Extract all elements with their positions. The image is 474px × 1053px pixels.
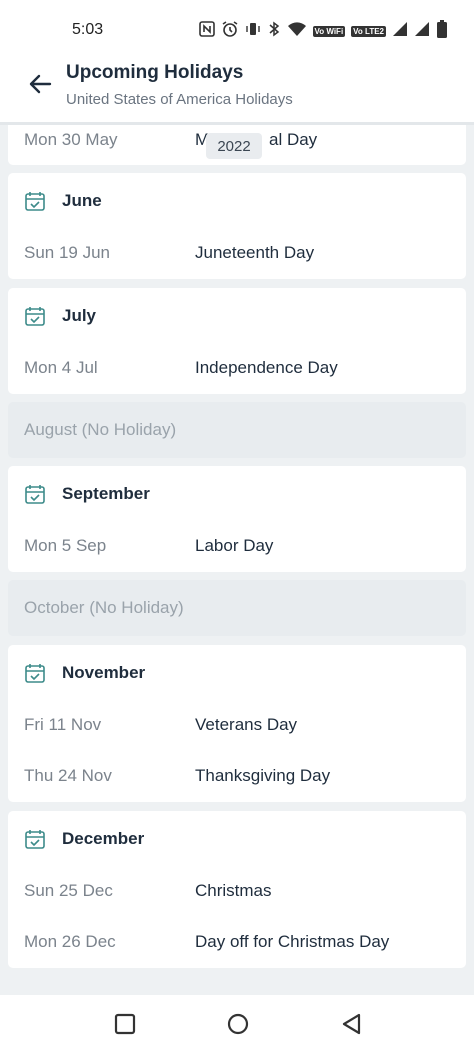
nfc-icon	[198, 21, 215, 42]
calendar-check-icon	[25, 307, 45, 326]
bluetooth-icon	[267, 21, 281, 42]
holiday-name: Christmas	[195, 881, 272, 900]
month-label: December	[62, 829, 145, 848]
holiday-date: Mon 4 Jul	[24, 358, 98, 377]
holiday-date: Mon 30 May	[24, 130, 118, 149]
holiday-date: Thu 24 Nov	[24, 766, 112, 785]
vibrate-icon	[245, 21, 261, 42]
month-card-september: September Mon 5 Sep Labor Day	[8, 466, 466, 572]
battery-icon	[436, 20, 448, 43]
holiday-name-end: al Day	[269, 130, 318, 149]
month-card-july: July Mon 4 Jul Independence Day	[8, 288, 466, 394]
wifi-icon	[287, 21, 307, 42]
holiday-row[interactable]: Fri 11 Nov Veterans Day	[8, 705, 466, 745]
holiday-date: Sun 19 Jun	[24, 243, 111, 262]
back-triangle-icon	[342, 1013, 361, 1035]
holiday-row[interactable]: Mon 5 Sep Labor Day	[8, 526, 466, 566]
month-header: June	[8, 181, 466, 221]
back-button[interactable]	[24, 68, 56, 100]
calendar-check-icon	[25, 192, 45, 211]
month-label: November	[62, 663, 146, 682]
arrow-left-icon	[29, 74, 52, 94]
month-card-october-empty: October (No Holiday)	[8, 580, 466, 636]
holiday-row[interactable]: Sun 25 Dec Christmas	[8, 871, 466, 911]
holiday-name: Juneteenth Day	[195, 243, 315, 262]
system-back-button[interactable]	[340, 1012, 364, 1036]
app-header: Upcoming Holidays United States of Ameri…	[0, 60, 474, 122]
month-header: September	[8, 474, 466, 514]
holiday-list[interactable]: Mon 30 May M al Day 2022 June Sun 19 Jun…	[0, 125, 474, 995]
vowifi-icon: Vo WiFi	[312, 26, 346, 37]
page-title: Upcoming Holidays	[66, 62, 244, 83]
month-card-august-empty: August (No Holiday)	[8, 402, 466, 458]
volte-icon: Vo LTE2	[351, 26, 386, 37]
month-card-june: June Sun 19 Jun Juneteenth Day	[8, 173, 466, 279]
year-chip: 2022	[206, 133, 262, 159]
holiday-name: Labor Day	[195, 536, 274, 555]
no-holiday-label: October (No Holiday)	[24, 598, 184, 617]
holiday-row[interactable]: Thu 24 Nov Thanksgiving Day	[8, 756, 466, 796]
holiday-name: Thanksgiving Day	[195, 766, 331, 785]
status-bar: 5:03 Vo WiFi Vo LTE2	[0, 0, 474, 60]
holiday-name: Independence Day	[195, 358, 338, 377]
no-holiday-label: August (No Holiday)	[24, 420, 177, 439]
system-nav-bar	[0, 995, 474, 1053]
home-circle-icon	[227, 1013, 249, 1035]
month-header: December	[8, 819, 466, 859]
calendar-check-icon	[25, 664, 45, 683]
month-label: July	[62, 306, 97, 325]
holiday-date: Mon 26 Dec	[24, 932, 116, 951]
holiday-name: Day off for Christmas Day	[195, 932, 390, 951]
holiday-row[interactable]: Mon 26 Dec Day off for Christmas Day	[8, 922, 466, 962]
status-icons: Vo WiFi Vo LTE2	[198, 20, 449, 43]
page-subtitle: United States of America Holidays	[66, 91, 293, 108]
month-label: September	[62, 484, 150, 503]
calendar-check-icon	[25, 830, 45, 849]
holiday-date: Fri 11 Nov	[24, 715, 102, 734]
month-label: June	[62, 191, 102, 210]
signal-icon	[414, 21, 430, 42]
recents-button[interactable]	[113, 1012, 137, 1036]
month-card-november: November Fri 11 Nov Veterans Day Thu 24 …	[8, 645, 466, 802]
month-card-december: December Sun 25 Dec Christmas Mon 26 Dec…	[8, 811, 466, 968]
status-time: 5:03	[72, 21, 104, 38]
home-button[interactable]	[226, 1012, 250, 1036]
holiday-row[interactable]: Mon 4 Jul Independence Day	[8, 348, 466, 388]
holiday-date: Sun 25 Dec	[24, 881, 113, 900]
alarm-icon	[221, 20, 239, 43]
month-header: November	[8, 653, 466, 693]
recents-square-icon	[114, 1013, 136, 1035]
calendar-check-icon	[25, 485, 45, 504]
holiday-name: Veterans Day	[195, 715, 298, 734]
month-header: July	[8, 296, 466, 336]
holiday-date: Mon 5 Sep	[24, 536, 107, 555]
signal-icon	[392, 21, 408, 42]
holiday-row[interactable]: Sun 19 Jun Juneteenth Day	[8, 233, 466, 273]
